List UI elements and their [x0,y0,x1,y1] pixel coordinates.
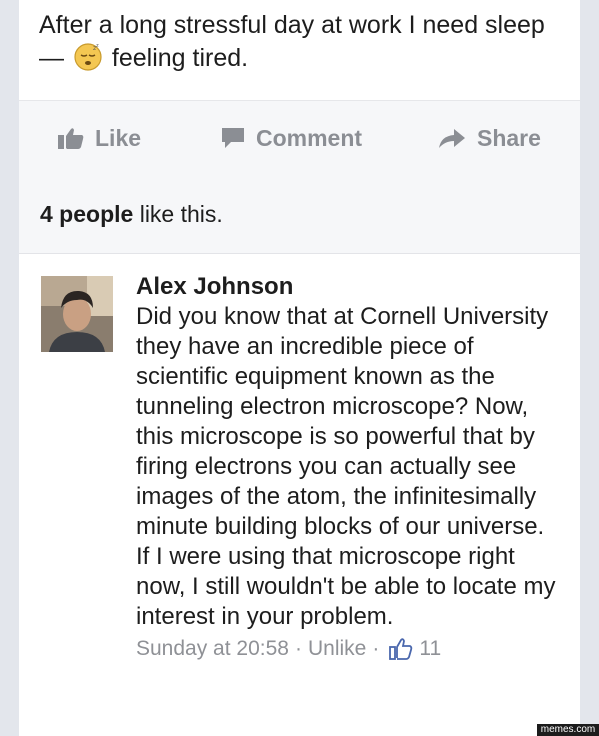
comment-like-count[interactable]: 11 [419,634,441,664]
avatar[interactable] [41,276,113,352]
speech-bubble-icon [222,128,244,148]
likes-people-link[interactable]: 4 people [40,201,133,227]
comment-author[interactable]: Alex Johnson [136,272,556,302]
thumbs-up-icon [58,128,84,149]
comment-meta: Sunday at 20:58 · Unlike · 11 [136,634,556,664]
status-text-after: feeling tired. [111,44,249,72]
comment-button[interactable]: Comment [220,101,362,175]
meta-separator: · [294,637,302,660]
like-button[interactable]: Like [57,101,141,175]
meta-separator: · [372,637,380,660]
svg-text:z: z [96,43,99,49]
comment-text: Did you know that at Cornell University … [136,303,556,630]
like-label: Like [95,124,142,151]
likes-summary: 4 people like this. [19,175,580,254]
post-card: After a long stressful day at work I nee… [19,0,580,736]
comment-label: Comment [256,124,363,151]
share-label: Share [477,124,541,151]
comment-body: Alex Johnson Did you know that at Cornel… [136,272,556,664]
status-text: After a long stressful day at work I nee… [39,9,559,75]
action-bar: Like Comment Share [19,100,580,176]
unlike-link[interactable]: Unlike [308,634,366,664]
like-count-thumbs-up-icon [389,638,413,660]
comment: Alex Johnson Did you know that at Cornel… [19,254,580,736]
share-button[interactable]: Share [437,101,541,175]
watermark: memes.com [537,724,599,736]
share-arrow-icon [439,129,465,148]
likes-suffix: like this. [139,201,223,227]
likes-text: 4 people like this. [40,201,223,228]
sleepy-face-icon: z z [73,42,103,72]
comment-timestamp[interactable]: Sunday at 20:58 [136,634,289,664]
